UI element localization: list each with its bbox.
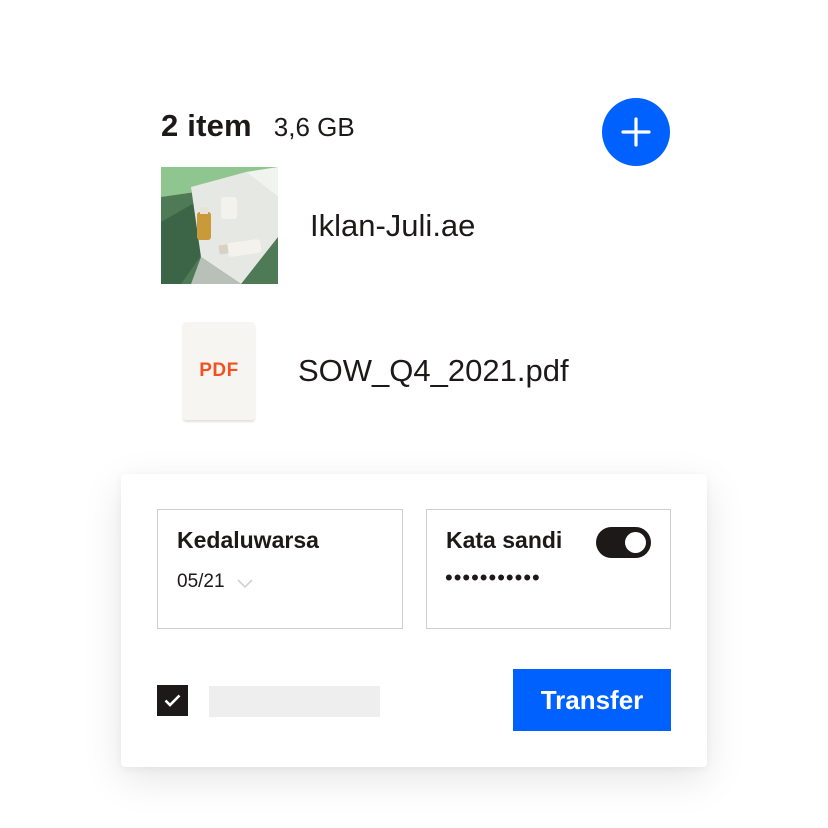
total-size: 3,6 GB <box>273 112 355 142</box>
password-value[interactable]: ••••••••••• <box>445 565 541 591</box>
chevron-down-icon <box>236 578 253 588</box>
expiry-field[interactable]: Kedaluwarsa 05/21 <box>157 509 403 629</box>
toggle-knob <box>625 532 646 553</box>
add-files-button[interactable] <box>602 98 670 166</box>
item-count: 2 item <box>161 108 252 143</box>
file-name: Iklan-Juli.ae <box>310 207 476 243</box>
transfer-settings-panel: Kedaluwarsa 05/21 Kata sandi •••••••••••… <box>121 474 707 767</box>
transfer-summary: 2 item 3,6 GB <box>161 108 355 144</box>
password-field[interactable]: Kata sandi ••••••••••• <box>426 509 671 629</box>
password-toggle[interactable] <box>596 527 651 558</box>
option-checkbox[interactable] <box>157 685 188 716</box>
expiry-title: Kedaluwarsa <box>177 527 319 553</box>
checkmark-icon <box>164 694 181 707</box>
pdf-file-icon: PDF <box>183 322 255 420</box>
pdf-icon-label: PDF <box>199 360 239 381</box>
file-item[interactable]: Iklan-Juli.ae <box>161 167 475 284</box>
image-thumbnail <box>161 167 278 284</box>
checkbox-label-placeholder <box>209 686 380 717</box>
transfer-button[interactable]: Transfer <box>513 669 671 731</box>
file-item[interactable]: PDF SOW_Q4_2021.pdf <box>183 322 569 420</box>
password-title: Kata sandi <box>446 527 563 553</box>
expiry-select[interactable]: 05/21 <box>177 571 253 593</box>
expiry-value: 05/21 <box>177 571 225 592</box>
plus-icon <box>621 117 651 147</box>
file-name: SOW_Q4_2021.pdf <box>298 353 569 388</box>
